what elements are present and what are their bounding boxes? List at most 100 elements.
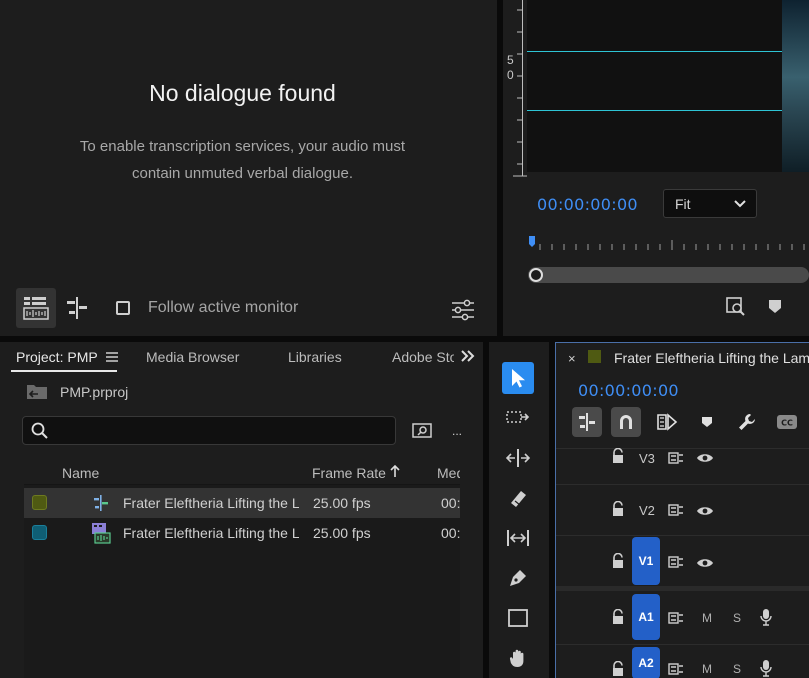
hand-icon: [509, 649, 524, 667]
source-patch-a2[interactable]: A2: [632, 647, 660, 678]
captions-button[interactable]: CC: [772, 407, 802, 437]
no-dialogue-message: To enable transcription services, your a…: [60, 133, 425, 187]
meter-label-0: 0: [507, 68, 514, 82]
tab-media-browser[interactable]: Media Browser: [146, 349, 239, 365]
label-color-swatch[interactable]: [32, 495, 47, 510]
camera-search-icon: [726, 297, 745, 316]
mute-track-button[interactable]: M: [702, 662, 712, 676]
sequence-label-swatch: [588, 350, 601, 363]
project-item-clip[interactable]: Frater Eleftheria Lifting the L 25.00 fp…: [24, 518, 460, 548]
lock-icon[interactable]: [611, 553, 625, 569]
zoom-scrollbar-handle[interactable]: [529, 268, 543, 282]
more-options-button[interactable]: ...: [452, 424, 462, 438]
meter-label-5: 5: [507, 53, 514, 67]
insert-nest-button[interactable]: [572, 407, 602, 437]
eye-icon[interactable]: [696, 452, 714, 464]
find-button[interactable]: [412, 422, 432, 443]
export-frame-button[interactable]: [724, 294, 748, 318]
column-header-name[interactable]: Name: [62, 465, 99, 481]
lock-icon[interactable]: [611, 609, 625, 625]
microphone-icon[interactable]: [759, 659, 773, 677]
transcript-settings-button[interactable]: [443, 290, 483, 330]
message-line-1: To enable transcription services, your a…: [79, 138, 406, 155]
project-item-sequence[interactable]: Frater Eleftheria Lifting the L 25.00 fp…: [24, 488, 460, 518]
video-thumbnail: [782, 0, 809, 172]
lock-icon[interactable]: [611, 448, 625, 464]
project-file-name: PMP.prproj: [60, 384, 129, 400]
timeline-timecode[interactable]: 00:00:00:00: [578, 381, 679, 400]
solo-track-button[interactable]: S: [733, 611, 741, 625]
selection-tool[interactable]: [502, 362, 534, 394]
sync-lock-icon[interactable]: [668, 662, 684, 676]
bin-search-icon: [412, 423, 432, 438]
track-name-v3[interactable]: V3: [639, 451, 655, 466]
pen-tool[interactable]: [502, 562, 534, 594]
sync-lock-icon[interactable]: [668, 451, 684, 465]
time-ruler[interactable]: [528, 236, 809, 250]
wrench-icon: [739, 414, 755, 430]
column-header-media-start[interactable]: Med: [437, 465, 460, 481]
add-marker-button[interactable]: [692, 407, 722, 437]
track-separator: [556, 644, 809, 645]
more-tabs-button[interactable]: [460, 349, 476, 368]
column-header-frame-rate[interactable]: Frame Rate: [312, 465, 386, 481]
project-search-input[interactable]: [22, 416, 396, 445]
tab-project[interactable]: Project: PMP: [16, 349, 98, 365]
track-separator: [556, 484, 809, 485]
snap-button[interactable]: [611, 407, 641, 437]
item-media-start: 00:: [441, 525, 460, 541]
safe-margin-guide-top: [527, 51, 809, 52]
razor-tool[interactable]: [502, 482, 534, 514]
follow-active-monitor-checkbox[interactable]: [116, 301, 130, 315]
linked-selection-icon: [657, 413, 678, 431]
track-select-tool[interactable]: [502, 402, 534, 434]
captions-view-button[interactable]: [57, 288, 97, 328]
video-audio-divider[interactable]: [556, 586, 809, 591]
project-folder-icon: [26, 382, 48, 405]
track-name-v2[interactable]: V2: [639, 503, 655, 518]
sync-lock-icon[interactable]: [668, 611, 684, 625]
sequence-icon: [94, 495, 108, 511]
program-video-frame[interactable]: [527, 0, 809, 172]
tab-adobe-stock[interactable]: Adobe Sto: [392, 349, 454, 365]
solo-track-button[interactable]: S: [733, 662, 741, 676]
sort-ascending-icon: [390, 464, 400, 477]
linked-selection-button[interactable]: [652, 407, 682, 437]
zoom-level-select[interactable]: Fit: [663, 189, 757, 218]
svg-text:CC: CC: [781, 419, 793, 428]
lock-icon[interactable]: [611, 501, 625, 517]
transcript-view-button[interactable]: [16, 288, 56, 328]
timeline-settings-button[interactable]: [732, 407, 762, 437]
chevron-down-icon: [734, 199, 746, 207]
sync-lock-icon[interactable]: [668, 503, 684, 517]
eye-icon[interactable]: [696, 505, 714, 517]
hamburger-menu-icon: [106, 352, 118, 362]
microphone-icon[interactable]: [759, 608, 773, 626]
ripple-edit-icon: [505, 449, 531, 467]
close-sequence-icon[interactable]: ×: [568, 351, 576, 366]
zoom-scrollbar[interactable]: [528, 267, 809, 283]
rectangle-tool[interactable]: [502, 602, 534, 634]
slip-tool[interactable]: [502, 522, 534, 554]
source-patch-v1[interactable]: V1: [632, 537, 660, 585]
message-line-2: contain unmuted verbal dialogue.: [132, 165, 353, 182]
hand-tool[interactable]: [502, 642, 534, 674]
ripple-edit-tool[interactable]: [502, 442, 534, 474]
no-dialogue-title: No dialogue found: [149, 80, 336, 106]
add-marker-button[interactable]: [765, 296, 785, 316]
sync-lock-icon[interactable]: [668, 555, 684, 569]
search-icon: [31, 422, 48, 439]
label-color-swatch[interactable]: [32, 525, 47, 540]
panel-menu-button[interactable]: [105, 350, 119, 368]
program-monitor-panel: 5 0 00:00:00:00 Fit: [503, 0, 809, 336]
razor-icon: [511, 491, 526, 507]
tab-libraries[interactable]: Libraries: [288, 349, 342, 365]
program-timecode[interactable]: 00:00:00:00: [537, 195, 638, 214]
lock-icon[interactable]: [611, 661, 625, 677]
track-separator: [556, 448, 809, 449]
source-patch-a1[interactable]: A1: [632, 594, 660, 640]
marker-icon: [769, 300, 781, 313]
sequence-tab-title[interactable]: Frater Eleftheria Lifting the Lam: [614, 350, 809, 366]
eye-icon[interactable]: [696, 557, 714, 569]
mute-track-button[interactable]: M: [702, 611, 712, 625]
